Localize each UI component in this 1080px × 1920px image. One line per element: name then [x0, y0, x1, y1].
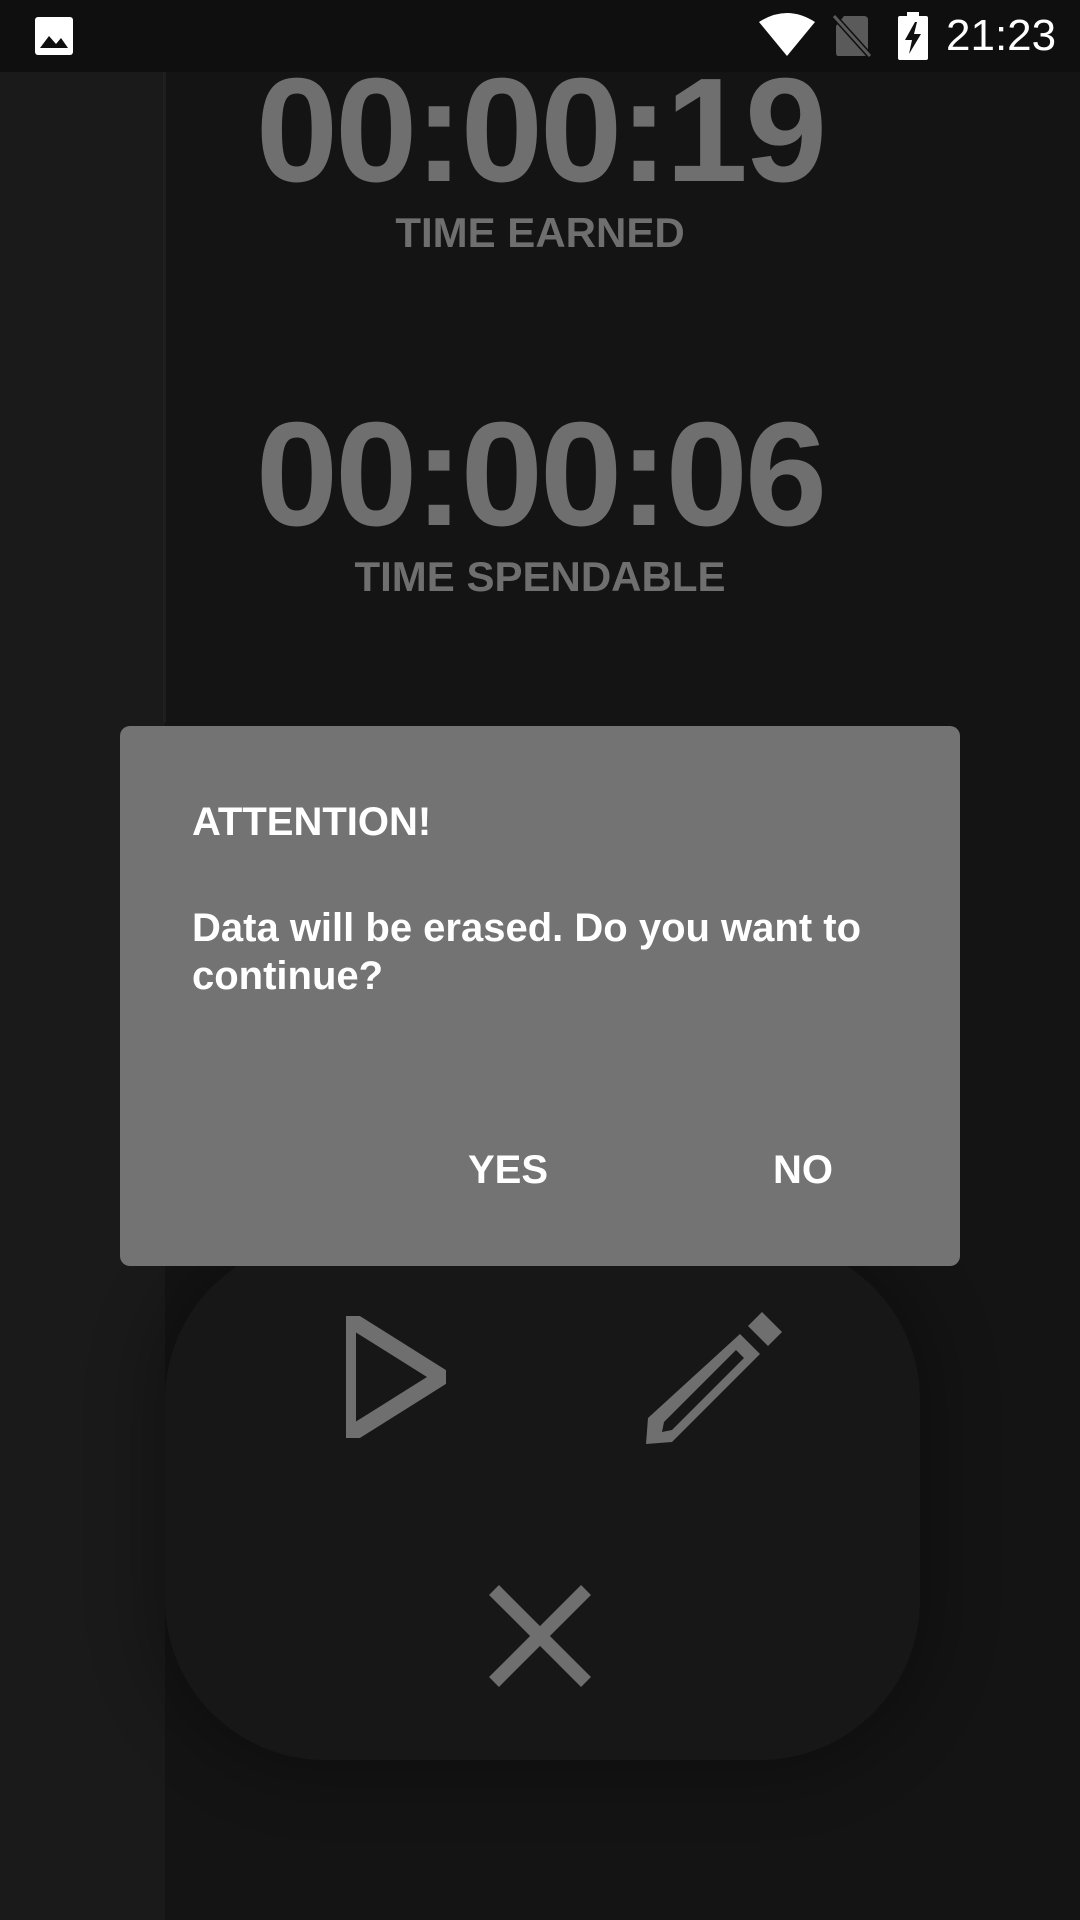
yes-button[interactable]: YES	[452, 1134, 564, 1206]
status-clock: 21:23	[946, 11, 1057, 60]
no-sim-icon	[832, 14, 872, 58]
battery-charging-icon	[898, 12, 928, 60]
wifi-icon	[759, 13, 815, 56]
dialog-title: ATTENTION!	[192, 800, 432, 844]
screen: 21:23 00:00:19 TIME EARNED 00:00:06 TIME…	[0, 0, 1080, 1920]
dialog-message: Data will be erased. Do you want to cont…	[192, 906, 862, 998]
status-bar: 21:23	[0, 0, 1080, 72]
gallery-icon	[35, 17, 73, 55]
no-button[interactable]: NO	[757, 1134, 849, 1206]
